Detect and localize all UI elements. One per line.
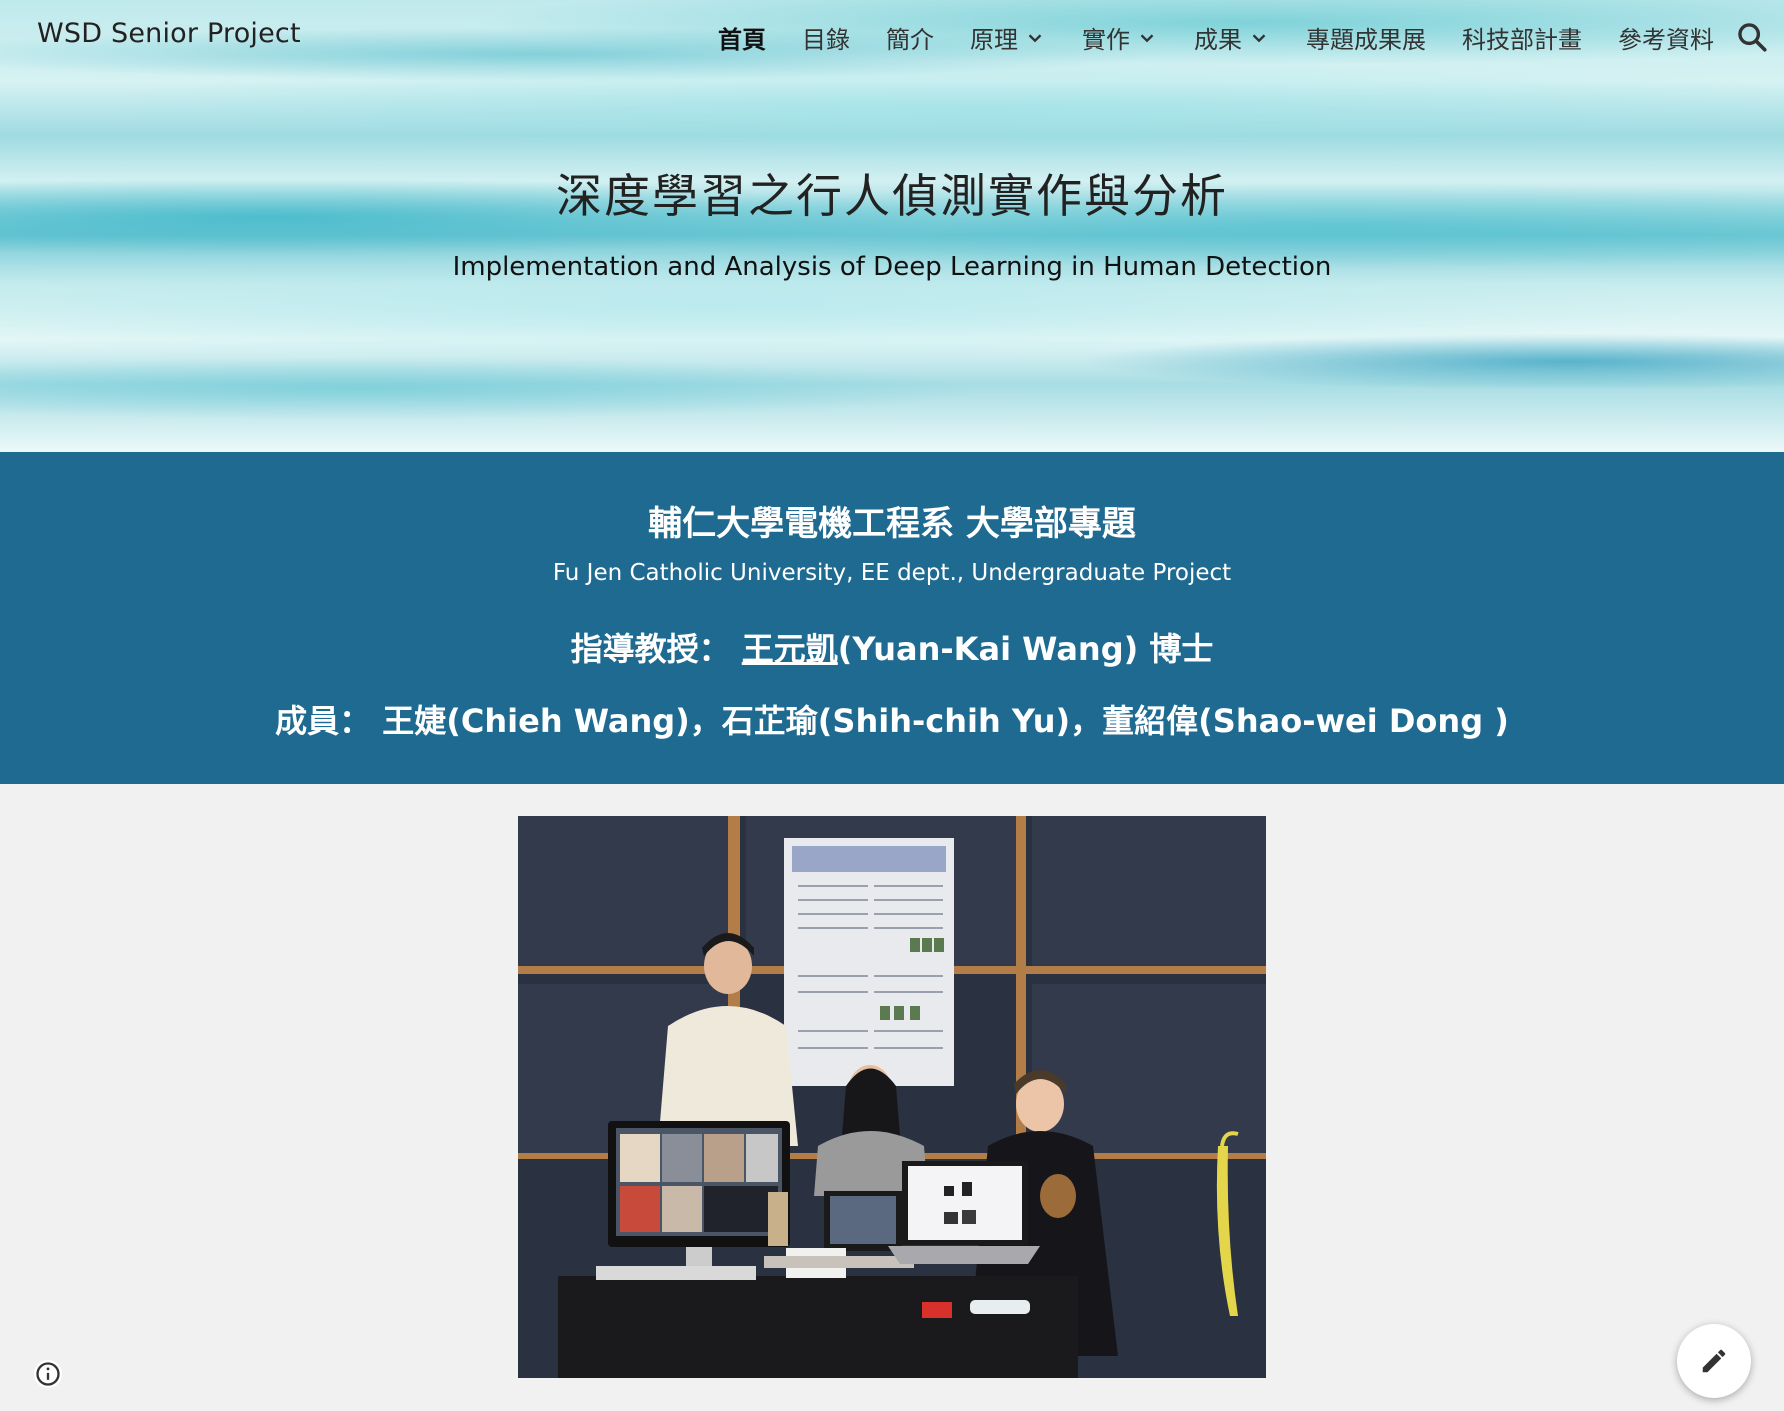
chevron-down-icon[interactable] [1248,27,1270,49]
advisor-link[interactable]: 王元凱 [742,630,838,668]
nav-item-intro[interactable]: 簡介 [886,20,934,55]
nav-item-label: 目錄 [802,26,850,54]
site-title[interactable]: WSD Senior Project [37,18,301,49]
nav-item-label: 成果 [1194,26,1242,54]
top-navigation-bar: WSD Senior Project 首頁 目錄 簡介 原理 實作 成果 專題成… [0,0,1784,76]
nav-item-label: 實作 [1082,26,1130,54]
department-heading: 輔仁大學電機工程系 大學部專題 [648,504,1136,544]
nav-item-results[interactable]: 成果 [1194,20,1270,55]
nav-item-label: 科技部計畫 [1462,26,1582,54]
nav-item-implementation[interactable]: 實作 [1082,20,1158,55]
info-icon [36,1362,60,1386]
department-english: Fu Jen Catholic University, EE dept., Un… [552,560,1232,586]
page-subtitle: Implementation and Analysis of Deep Lear… [452,252,1332,282]
nav-item-label: 簡介 [886,26,934,54]
info-button[interactable] [34,1360,62,1388]
chevron-down-icon[interactable] [1136,27,1158,49]
edit-button[interactable] [1677,1324,1751,1398]
nav-item-contents[interactable]: 目錄 [802,20,850,55]
advisor-suffix: (Yuan-Kai Wang) 博士 [837,630,1214,668]
nav-item-principle[interactable]: 原理 [970,20,1046,55]
nav-item-exhibition[interactable]: 專題成果展 [1306,20,1426,55]
header-banner: WSD Senior Project 首頁 目錄 簡介 原理 實作 成果 專題成… [0,0,1784,452]
nav-item-references[interactable]: 參考資料 [1618,20,1714,55]
nav-item-label: 參考資料 [1618,26,1714,54]
team-photo-illustration [518,816,1266,1378]
members-line: 成員： 王婕(Chieh Wang)，石芷瑜(Shih-chih Yu)，董紹偉… [275,702,1509,740]
chevron-down-icon[interactable] [1024,27,1046,49]
search-icon[interactable] [1735,20,1769,54]
nav-item-most-project[interactable]: 科技部計畫 [1462,20,1582,55]
nav-item-label: 專題成果展 [1306,26,1426,54]
main-nav: 首頁 目錄 簡介 原理 實作 成果 專題成果展 科技部計畫 參考資料 [718,20,1714,55]
project-info-section: 輔仁大學電機工程系 大學部專題 Fu Jen Catholic Universi… [0,452,1784,784]
page-title: 深度學習之行人偵測實作與分析 [556,169,1228,223]
advisor-prefix: 指導教授： [570,630,742,668]
nav-item-label: 首頁 [718,26,766,54]
pencil-icon [1702,1349,1726,1373]
nav-item-label: 原理 [970,26,1018,54]
advisor-line: 指導教授： 王元凱(Yuan-Kai Wang) 博士 [0,624,1784,670]
nav-item-home[interactable]: 首頁 [718,20,766,55]
team-photo [518,816,1266,1378]
